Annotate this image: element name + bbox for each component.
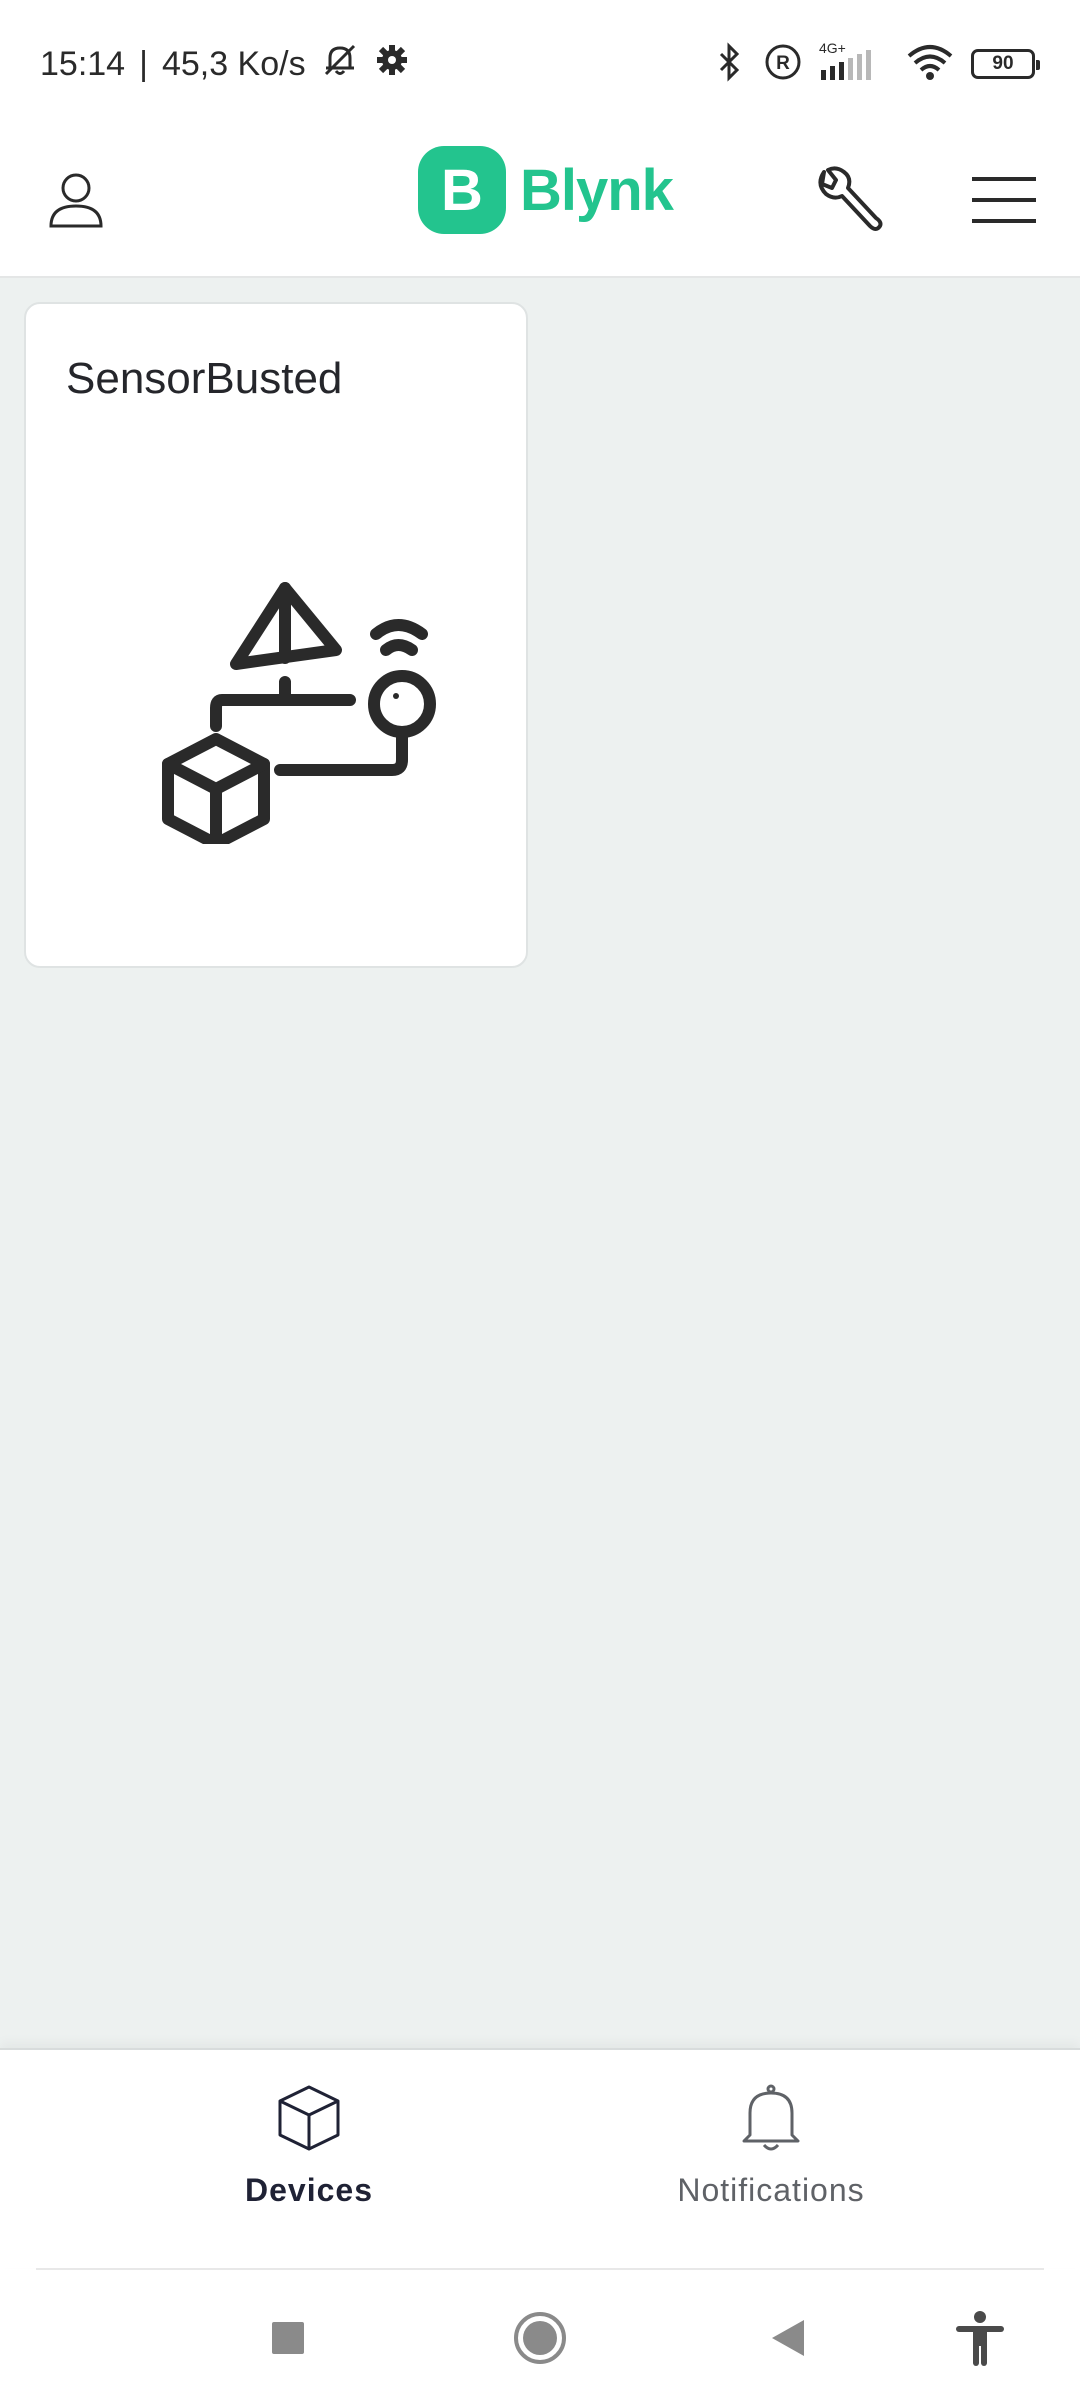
back-icon [768,2316,808,2365]
device-card[interactable]: SensorBusted [24,302,528,968]
tab-notifications-label: Notifications [677,2172,865,2208]
bluetooth-icon [711,41,747,87]
bottom-nav: Devices Notifications [0,2048,1080,2268]
bell-off-icon [320,40,360,89]
settings-icon [374,42,410,87]
tab-devices[interactable]: Devices [129,2078,489,2258]
wifi-icon [905,42,955,87]
user-icon [46,170,106,235]
device-template-icon [140,574,450,850]
svg-text:R: R [776,53,790,74]
menu-icon [970,175,1038,230]
bell-icon [731,2078,811,2158]
registered-icon: R [763,42,803,87]
system-nav [0,2270,1080,2400]
signal-icon: 4G+ [819,40,889,84]
profile-button[interactable] [26,152,126,252]
home-button[interactable] [500,2300,580,2380]
screen: 15:14 | 45,3 Ko/s R 4G+ 90 B Blynk Senso… [0,0,1080,2400]
home-icon [512,2310,568,2371]
network-speed: 45,3 Ko/s [161,44,306,83]
status-bar: 15:14 | 45,3 Ko/s R 4G+ 90 [0,0,1080,130]
status-right: R 4G+ 90 [711,38,1040,90]
recent-apps-icon [268,2318,308,2363]
blynk-logo: B Blynk [418,145,674,235]
cube-icon [269,2078,349,2158]
developer-tools-button[interactable] [798,152,898,252]
device-name: SensorBusted [66,354,343,403]
tab-notifications[interactable]: Notifications [591,2078,951,2258]
network-type: 4G+ [819,40,846,56]
menu-button[interactable] [954,152,1054,252]
battery-level: 90 [992,53,1014,74]
battery-icon: 90 [971,49,1040,79]
accessibility-icon [954,2310,1006,2371]
accessibility-button[interactable] [940,2300,1020,2380]
logo-text: Blynk [520,157,674,223]
logo-mark: B [418,146,506,234]
app-header: B Blynk [0,130,1080,278]
status-time: 15:14 [40,44,126,83]
recent-apps-button[interactable] [248,2300,328,2380]
tab-devices-label: Devices [245,2172,373,2208]
status-left: 15:14 | 45,3 Ko/s [40,38,410,90]
back-button[interactable] [748,2300,828,2380]
devices-list: SensorBusted [0,278,1080,2048]
wrench-icon [812,164,884,241]
status-separator: | [139,44,148,83]
